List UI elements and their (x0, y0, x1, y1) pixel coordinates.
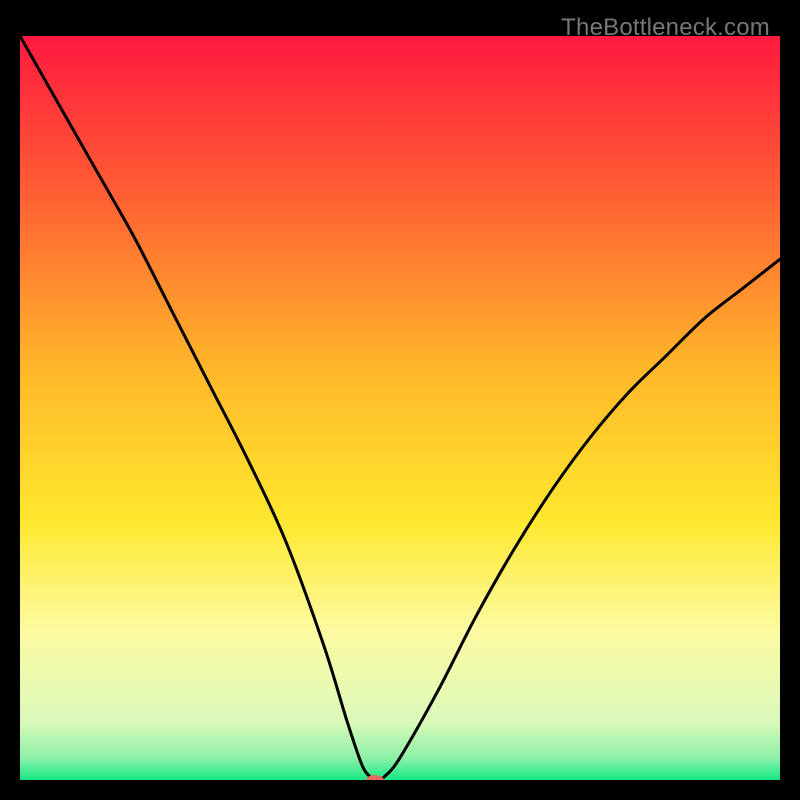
plot-area (20, 36, 780, 780)
chart-frame: TheBottleneck.com (12, 12, 788, 788)
bottleneck-chart (20, 36, 780, 780)
gradient-background (20, 36, 780, 780)
